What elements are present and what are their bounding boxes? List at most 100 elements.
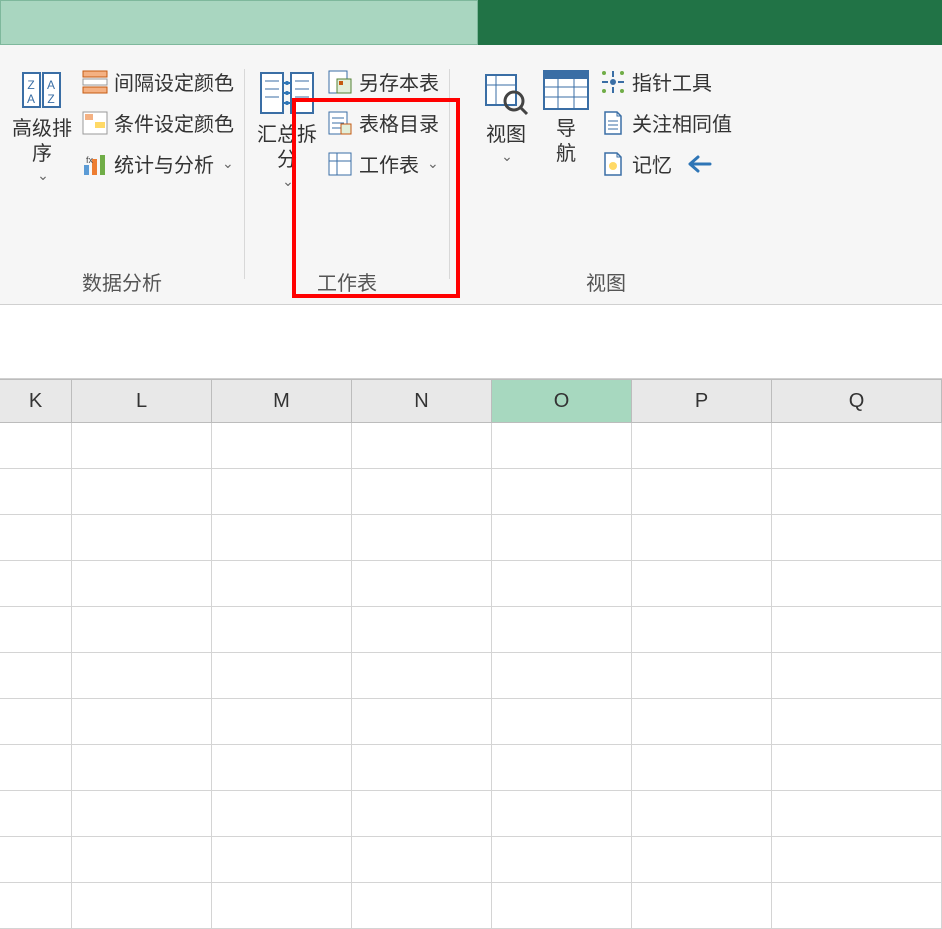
cell[interactable] [632, 745, 772, 791]
cell[interactable] [352, 791, 492, 837]
memory-button[interactable]: 记忆 [600, 149, 732, 178]
stats-analysis-button[interactable]: fx 统计与分析 ⌄ [82, 149, 234, 178]
cell[interactable] [632, 423, 772, 469]
cell[interactable] [212, 515, 352, 561]
cell[interactable] [212, 423, 352, 469]
cell[interactable] [0, 653, 72, 699]
cell[interactable] [72, 469, 212, 515]
cell[interactable] [632, 515, 772, 561]
cell[interactable] [632, 607, 772, 653]
cell[interactable] [212, 607, 352, 653]
cell[interactable] [492, 515, 632, 561]
cell[interactable] [0, 745, 72, 791]
cell[interactable] [0, 791, 72, 837]
cell[interactable] [0, 423, 72, 469]
cell[interactable] [212, 653, 352, 699]
cell[interactable] [0, 607, 72, 653]
cell[interactable] [632, 837, 772, 883]
column-header-K[interactable]: K [0, 380, 72, 422]
cell[interactable] [212, 883, 352, 929]
cell[interactable] [772, 883, 942, 929]
column-header-L[interactable]: L [72, 380, 212, 422]
cell[interactable] [72, 837, 212, 883]
cell[interactable] [632, 561, 772, 607]
cell[interactable] [352, 607, 492, 653]
column-header-N[interactable]: N [352, 380, 492, 422]
cell[interactable] [352, 423, 492, 469]
navigation-button[interactable]: 导 航 [540, 63, 592, 173]
cell[interactable] [0, 469, 72, 515]
view-button[interactable]: 视图 ⌄ [480, 63, 532, 172]
cell[interactable] [492, 469, 632, 515]
sheet-catalog-button[interactable]: 表格目录 [327, 108, 439, 137]
cell[interactable] [72, 423, 212, 469]
cell[interactable] [0, 837, 72, 883]
cell[interactable] [352, 561, 492, 607]
cell[interactable] [352, 653, 492, 699]
cell[interactable] [72, 745, 212, 791]
cell[interactable] [212, 791, 352, 837]
focus-same-button[interactable]: 关注相同值 [600, 108, 732, 137]
cell[interactable] [772, 561, 942, 607]
column-header-M[interactable]: M [212, 380, 352, 422]
cell[interactable] [492, 561, 632, 607]
grid-rows[interactable] [0, 423, 942, 929]
cell[interactable] [0, 561, 72, 607]
cell[interactable] [212, 699, 352, 745]
cell[interactable] [352, 745, 492, 791]
cell[interactable] [772, 469, 942, 515]
cell[interactable] [0, 515, 72, 561]
cell[interactable] [212, 561, 352, 607]
cell[interactable] [72, 515, 212, 561]
interval-color-button[interactable]: 间隔设定颜色 [82, 67, 234, 96]
cell[interactable] [772, 745, 942, 791]
cell[interactable] [632, 653, 772, 699]
cell[interactable] [212, 469, 352, 515]
cell[interactable] [72, 561, 212, 607]
cell[interactable] [772, 791, 942, 837]
cell[interactable] [0, 883, 72, 929]
cell[interactable] [772, 653, 942, 699]
cell[interactable] [772, 837, 942, 883]
summary-split-button[interactable]: 汇总拆 分 ⌄ [255, 63, 319, 197]
cell[interactable] [72, 653, 212, 699]
cell[interactable] [772, 607, 942, 653]
pointer-tool-button[interactable]: 指针工具 [600, 67, 732, 96]
cell[interactable] [772, 699, 942, 745]
save-sheet-button[interactable]: 另存本表 [327, 67, 439, 96]
cell[interactable] [492, 745, 632, 791]
worksheet-button[interactable]: 工作表 ⌄ [327, 149, 439, 178]
cell[interactable] [772, 423, 942, 469]
advanced-sort-button[interactable]: ZAAZ 高级排 序 ⌄ [10, 63, 74, 191]
cell[interactable] [632, 883, 772, 929]
cell[interactable] [352, 469, 492, 515]
cell[interactable] [72, 883, 212, 929]
cell[interactable] [492, 883, 632, 929]
cell[interactable] [632, 791, 772, 837]
cell[interactable] [0, 699, 72, 745]
cell[interactable] [72, 607, 212, 653]
cell[interactable] [492, 837, 632, 883]
cell[interactable] [72, 791, 212, 837]
column-header-Q[interactable]: Q [772, 380, 942, 422]
cell[interactable] [632, 699, 772, 745]
arrow-left-icon[interactable] [686, 153, 712, 175]
column-header-O[interactable]: O [492, 380, 632, 422]
cell[interactable] [632, 469, 772, 515]
cell[interactable] [72, 699, 212, 745]
cell[interactable] [352, 699, 492, 745]
cell[interactable] [772, 515, 942, 561]
cell[interactable] [492, 607, 632, 653]
cell[interactable] [212, 745, 352, 791]
cell[interactable] [352, 883, 492, 929]
cell[interactable] [492, 699, 632, 745]
svg-text:A: A [27, 92, 35, 106]
condition-color-button[interactable]: 条件设定颜色 [82, 108, 234, 137]
cell[interactable] [352, 837, 492, 883]
cell[interactable] [492, 653, 632, 699]
cell[interactable] [492, 423, 632, 469]
cell[interactable] [212, 837, 352, 883]
cell[interactable] [492, 791, 632, 837]
column-header-P[interactable]: P [632, 380, 772, 422]
cell[interactable] [352, 515, 492, 561]
